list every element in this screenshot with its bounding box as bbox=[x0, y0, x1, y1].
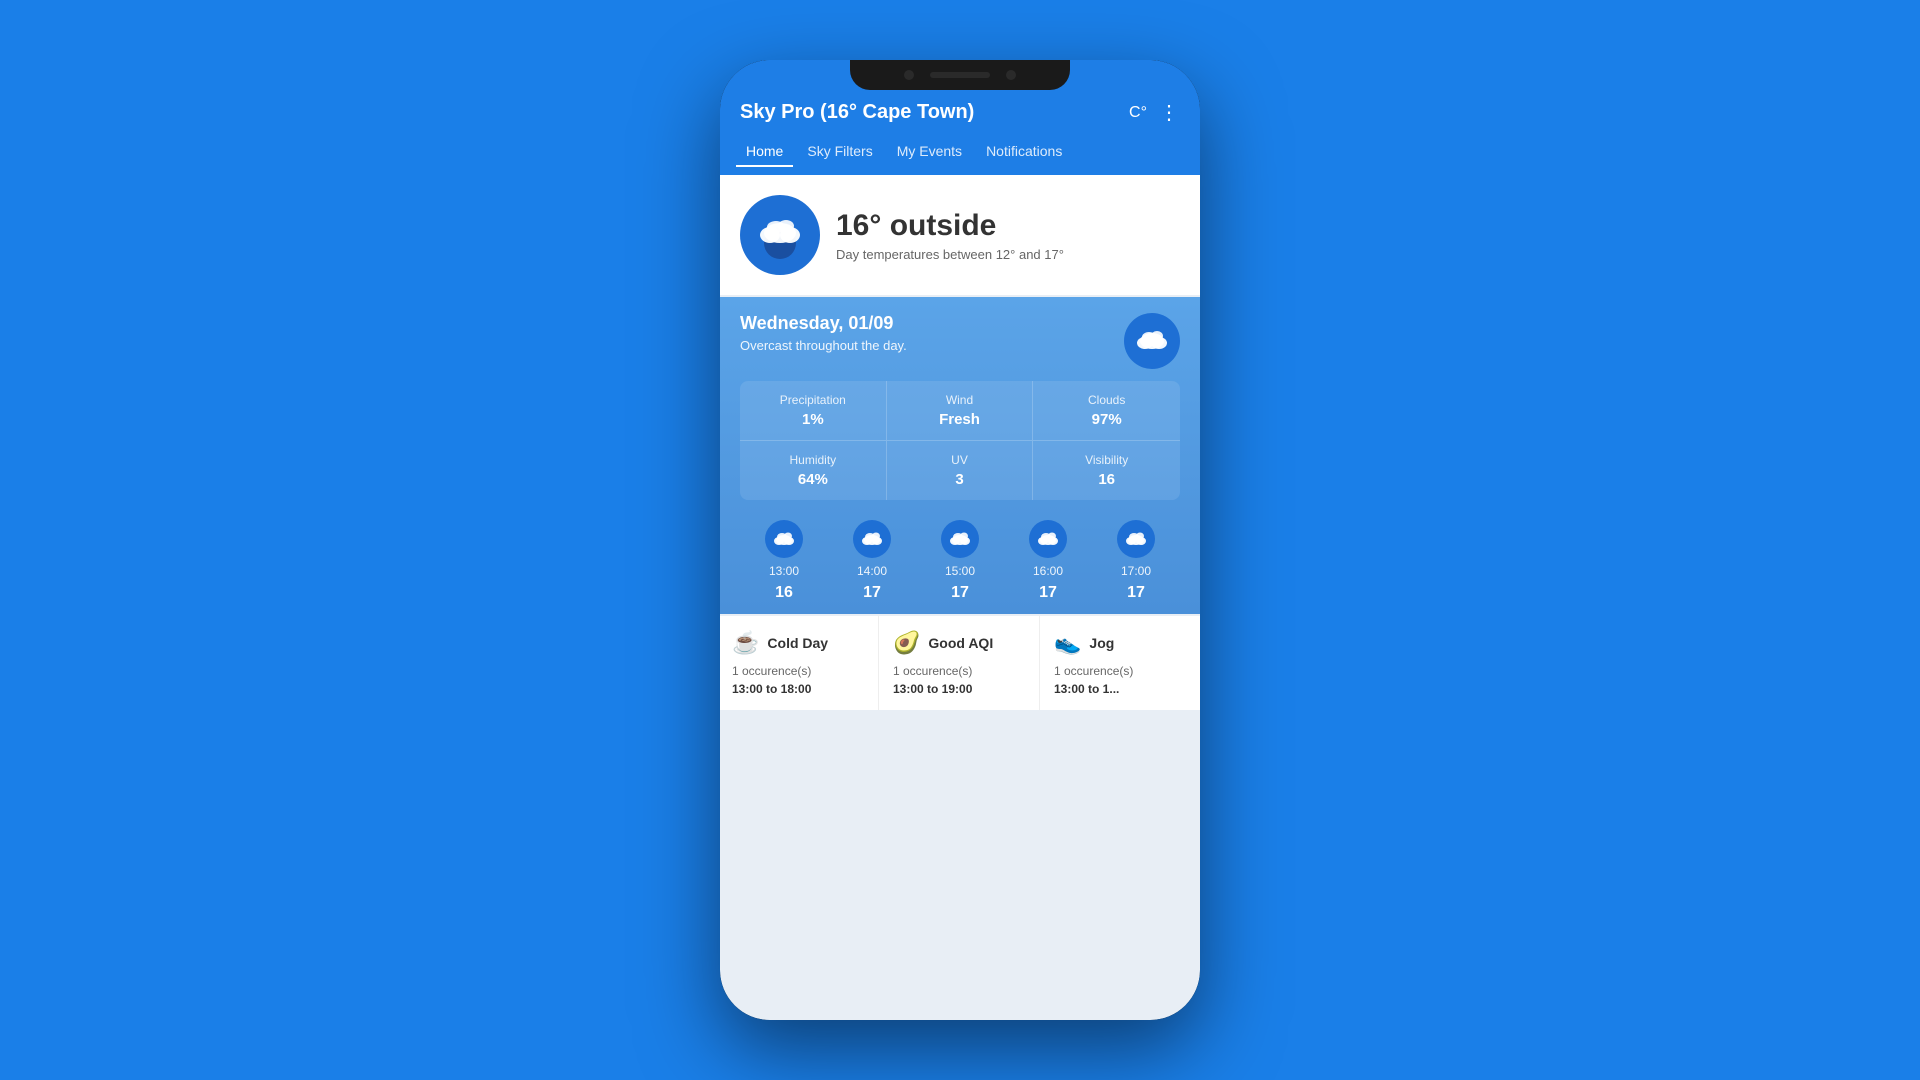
event-jog-header: 👟 Jog bbox=[1054, 630, 1188, 656]
hourly-icon-2 bbox=[941, 520, 979, 558]
forecast-condition: Overcast throughout the day. bbox=[740, 338, 907, 353]
hourly-item-1: 14:00 17 bbox=[828, 520, 916, 602]
current-weather-card: 16° outside Day temperatures between 12°… bbox=[720, 175, 1200, 295]
cold-day-count: 1 occurence(s) bbox=[732, 664, 866, 678]
hourly-icon-1 bbox=[853, 520, 891, 558]
content-area: 16° outside Day temperatures between 12°… bbox=[720, 175, 1200, 1020]
stats-grid: Precipitation 1% Wind Fresh Clouds 97% H… bbox=[740, 381, 1180, 500]
hourly-item-2: 15:00 17 bbox=[916, 520, 1004, 602]
event-cold-day-header: ☕ Cold Day bbox=[732, 630, 866, 656]
good-aqi-icon: 🥑 bbox=[893, 630, 920, 656]
stat-visibility: Visibility 16 bbox=[1033, 441, 1180, 500]
hourly-icon-3 bbox=[1029, 520, 1067, 558]
stat-precipitation: Precipitation 1% bbox=[740, 381, 887, 441]
notch-speaker bbox=[930, 72, 990, 78]
app-title: Sky Pro (16° Cape Town) bbox=[740, 101, 974, 124]
good-aqi-label: Good AQI bbox=[928, 635, 993, 651]
cold-day-icon: ☕ bbox=[732, 630, 759, 656]
phone-frame: Sky Pro (16° Cape Town) C° ⋮ Home Sky Fi… bbox=[720, 60, 1200, 1020]
event-cold-day[interactable]: ☕ Cold Day 1 occurence(s) 13:00 to 18:00 bbox=[720, 616, 879, 710]
forecast-date: Wednesday, 01/09 bbox=[740, 313, 907, 334]
event-good-aqi[interactable]: 🥑 Good AQI 1 occurence(s) 13:00 to 19:00 bbox=[881, 616, 1040, 710]
tab-notifications[interactable]: Notifications bbox=[976, 137, 1072, 167]
current-weather-text: 16° outside Day temperatures between 12°… bbox=[836, 209, 1064, 262]
temp-unit[interactable]: C° bbox=[1129, 104, 1147, 122]
jog-icon: 👟 bbox=[1054, 630, 1081, 656]
phone-notch bbox=[850, 60, 1070, 90]
day-weather-icon bbox=[1124, 313, 1180, 369]
stat-humidity: Humidity 64% bbox=[740, 441, 887, 500]
jog-time: 13:00 to 1... bbox=[1054, 682, 1188, 696]
hourly-item-3: 16:00 17 bbox=[1004, 520, 1092, 602]
stat-uv: UV 3 bbox=[887, 441, 1034, 500]
good-aqi-count: 1 occurence(s) bbox=[893, 664, 1027, 678]
current-temperature: 16° outside bbox=[836, 209, 1064, 243]
hourly-icon-0 bbox=[765, 520, 803, 558]
hourly-icon-4 bbox=[1117, 520, 1155, 558]
day-forecast-info: Wednesday, 01/09 Overcast throughout the… bbox=[740, 313, 907, 353]
tab-my-events[interactable]: My Events bbox=[887, 137, 972, 167]
hourly-item-4: 17:00 17 bbox=[1092, 520, 1180, 602]
hourly-forecast-row: 13:00 16 14:0 bbox=[740, 512, 1180, 614]
more-options-icon[interactable]: ⋮ bbox=[1159, 100, 1180, 125]
notch-sensor bbox=[1006, 70, 1016, 80]
phone-screen: Sky Pro (16° Cape Town) C° ⋮ Home Sky Fi… bbox=[720, 60, 1200, 1020]
day-forecast-header: Wednesday, 01/09 Overcast throughout the… bbox=[740, 313, 1180, 369]
temperature-range: Day temperatures between 12° and 17° bbox=[836, 247, 1064, 262]
events-row: ☕ Cold Day 1 occurence(s) 13:00 to 18:00… bbox=[720, 616, 1200, 710]
cold-day-time: 13:00 to 18:00 bbox=[732, 682, 866, 696]
event-good-aqi-header: 🥑 Good AQI bbox=[893, 630, 1027, 656]
hourly-item-0: 13:00 16 bbox=[740, 520, 828, 602]
event-jog[interactable]: 👟 Jog 1 occurence(s) 13:00 to 1... bbox=[1042, 616, 1200, 710]
nav-tabs: Home Sky Filters My Events Notifications bbox=[720, 137, 1200, 175]
stat-wind: Wind Fresh bbox=[887, 381, 1034, 441]
tab-sky-filters[interactable]: Sky Filters bbox=[797, 137, 882, 167]
day-forecast-card: Wednesday, 01/09 Overcast throughout the… bbox=[720, 297, 1200, 614]
notch-camera bbox=[904, 70, 914, 80]
cold-day-label: Cold Day bbox=[767, 635, 828, 651]
tab-home[interactable]: Home bbox=[736, 137, 793, 167]
jog-label: Jog bbox=[1089, 635, 1114, 651]
current-weather-icon bbox=[740, 195, 820, 275]
stat-clouds: Clouds 97% bbox=[1033, 381, 1180, 441]
app-bar-actions: C° ⋮ bbox=[1129, 100, 1180, 125]
jog-count: 1 occurence(s) bbox=[1054, 664, 1188, 678]
good-aqi-time: 13:00 to 19:00 bbox=[893, 682, 1027, 696]
